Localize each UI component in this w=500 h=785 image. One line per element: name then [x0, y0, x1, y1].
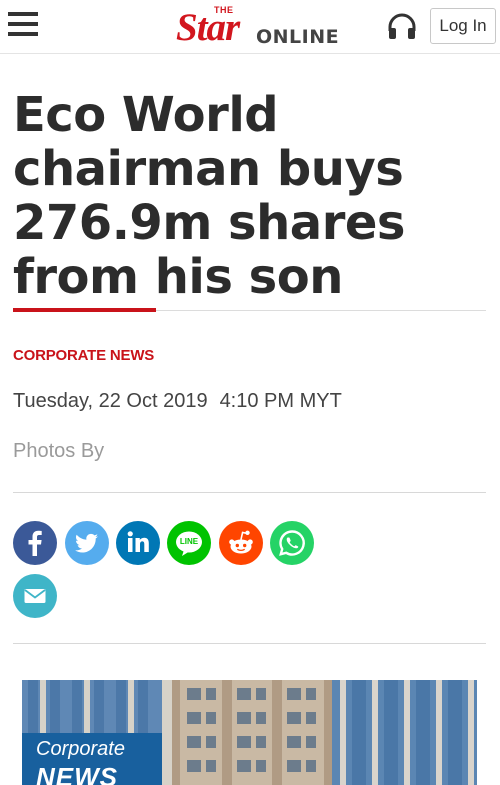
headphones-icon[interactable]	[386, 11, 418, 41]
twitter-icon	[75, 533, 98, 553]
photos-by-credit: Photos By	[13, 440, 105, 462]
twitter-share-button[interactable]	[65, 521, 109, 565]
email-icon	[24, 589, 46, 603]
logo-online-text: ONLINE	[256, 26, 340, 48]
hero-label-line2: NEWS	[36, 762, 118, 785]
whatsapp-share-button[interactable]	[270, 521, 314, 565]
site-header: THE Star ONLINE Log In	[0, 0, 500, 54]
facebook-icon	[28, 530, 42, 556]
line-icon-text: LINE	[179, 537, 199, 546]
article-hero-image[interactable]: Corporate NEWS	[22, 680, 477, 785]
reddit-share-button[interactable]	[219, 521, 263, 565]
linkedin-icon	[127, 531, 149, 552]
reddit-icon	[229, 530, 253, 554]
hero-label-line1: Corporate	[36, 738, 125, 760]
linkedin-share-button[interactable]	[116, 521, 160, 565]
article-headline: Eco World chairman buys 276.9m shares fr…	[13, 87, 405, 305]
headline-accent-bar	[13, 308, 156, 312]
hamburger-menu-icon[interactable]	[8, 10, 40, 40]
site-logo[interactable]: THE Star ONLINE	[176, 4, 339, 49]
logo-star-text: Star	[176, 6, 240, 49]
article-category-link[interactable]: CORPORATE NEWS	[13, 347, 154, 364]
share-top-divider	[13, 492, 486, 493]
article-time: 4:10 PM MYT	[219, 390, 342, 412]
article-dateline: Tuesday, 22 Oct 2019 4:10 PM MYT	[13, 390, 342, 413]
facebook-share-button[interactable]	[13, 521, 57, 565]
email-share-button[interactable]	[13, 574, 57, 618]
share-bottom-divider	[13, 643, 486, 644]
login-button[interactable]: Log In	[430, 8, 496, 44]
article-date: Tuesday, 22 Oct 2019	[13, 390, 208, 412]
corporate-news-label: Corporate NEWS	[22, 733, 162, 785]
line-share-button[interactable]: LINE	[167, 521, 211, 565]
whatsapp-icon	[279, 530, 305, 556]
